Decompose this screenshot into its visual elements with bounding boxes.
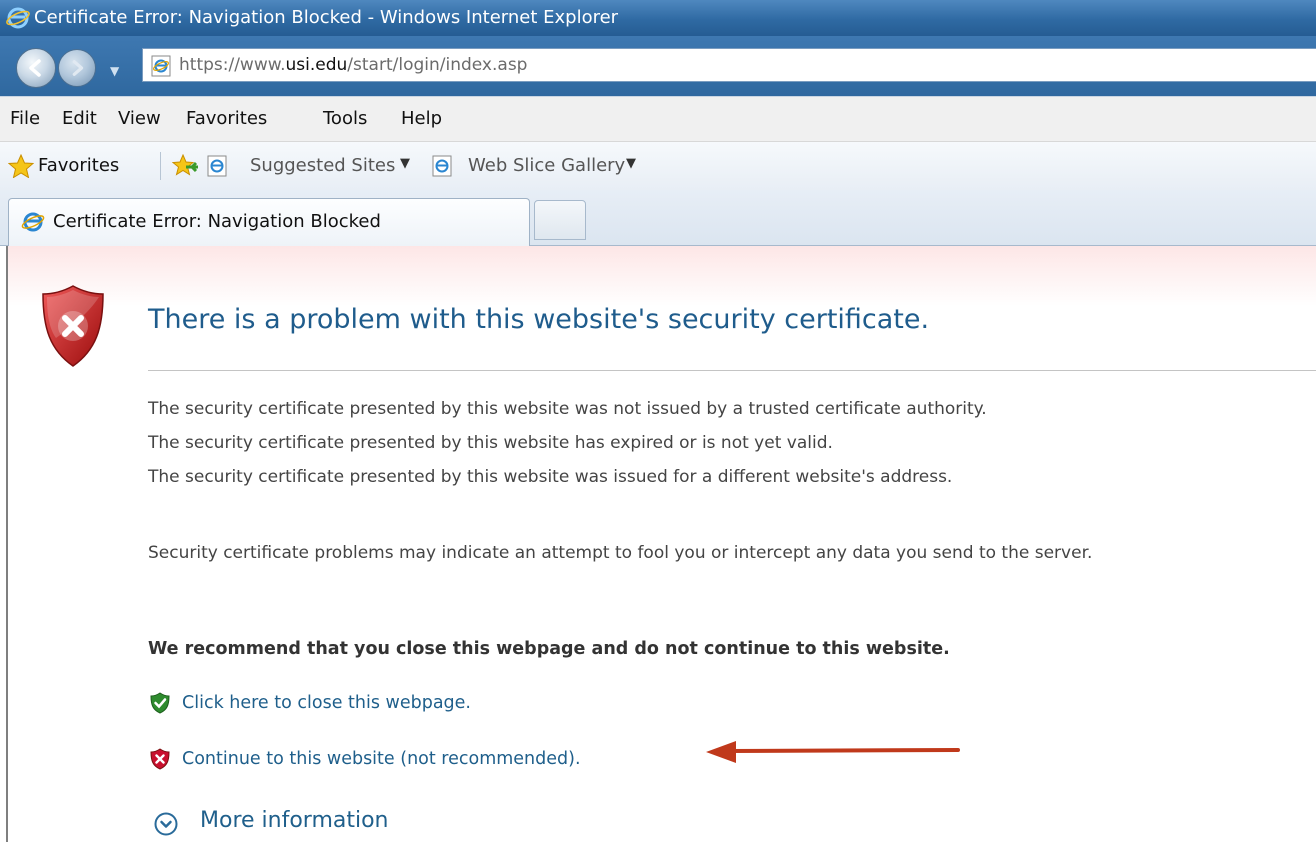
menu-view[interactable]: View <box>118 107 161 131</box>
continue-to-website-link[interactable]: Continue to this website (not recommende… <box>182 746 581 772</box>
tab-label: Certificate Error: Navigation Blocked <box>53 211 381 232</box>
tab-certificate-error[interactable]: Certificate Error: Navigation Blocked <box>8 198 530 246</box>
internet-explorer-icon <box>6 6 30 30</box>
shield-error-icon <box>40 284 106 372</box>
annotation-arrow-icon <box>700 738 962 770</box>
url-text[interactable]: https://www.usi.edu/start/login/index.as… <box>179 53 527 77</box>
toolbar-separator <box>160 152 161 180</box>
favorites-button[interactable]: Favorites <box>38 154 119 178</box>
url-domain: usi.edu <box>285 55 348 75</box>
web-slice-gallery-link[interactable]: Web Slice Gallery <box>468 154 625 178</box>
web-slice-ie-icon <box>432 155 452 181</box>
page-ie-icon <box>151 55 171 81</box>
back-arrow-icon <box>29 59 41 77</box>
menu-help[interactable]: Help <box>401 107 442 131</box>
certificate-error-page: There is a problem with this website's s… <box>6 246 1316 842</box>
favorites-bar: Favorites Suggested Sites ▼ Web Slice Ga… <box>0 142 1316 190</box>
window-title: Certificate Error: Navigation Blocked - … <box>34 7 619 28</box>
more-information-link[interactable]: More information <box>200 806 389 836</box>
menu-bar: File Edit View Favorites Tools Help <box>0 96 1316 142</box>
navigation-bar: ▼ https://www.usi.edu/start/login/index.… <box>0 36 1316 96</box>
recent-pages-dropdown-icon[interactable]: ▼ <box>110 64 119 78</box>
reason-address-mismatch: The security certificate presented by th… <box>148 467 953 487</box>
green-shield-check-icon <box>150 692 170 718</box>
error-heading: There is a problem with this website's s… <box>148 304 930 335</box>
forward-arrow-icon <box>72 60 84 76</box>
url-prefix: https://www. <box>179 55 286 75</box>
favorites-star-icon[interactable] <box>7 153 35 182</box>
window-title-bar[interactable]: Certificate Error: Navigation Blocked - … <box>0 0 1316 36</box>
tab-ie-icon <box>21 210 45 238</box>
menu-edit[interactable]: Edit <box>62 107 97 131</box>
tab-strip: Certificate Error: Navigation Blocked <box>0 190 1316 246</box>
recommendation-text: We recommend that you close this webpage… <box>148 639 950 659</box>
reason-expired: The security certificate presented by th… <box>148 433 833 453</box>
expand-chevron-icon[interactable] <box>154 812 178 840</box>
heading-divider <box>148 370 1316 371</box>
suggested-sites-dropdown-icon[interactable]: ▼ <box>400 156 410 171</box>
menu-favorites[interactable]: Favorites <box>186 107 267 131</box>
web-slice-dropdown-icon[interactable]: ▼ <box>626 156 636 171</box>
menu-tools[interactable]: Tools <box>323 107 367 131</box>
red-shield-x-icon <box>150 748 170 774</box>
reason-untrusted-authority: The security certificate presented by th… <box>148 399 987 419</box>
menu-file[interactable]: File <box>10 107 40 131</box>
suggested-sites-link[interactable]: Suggested Sites <box>250 154 395 178</box>
suggested-sites-ie-icon <box>207 155 227 181</box>
new-tab-button[interactable] <box>534 200 586 240</box>
url-path: /start/login/index.asp <box>347 55 528 75</box>
address-bar[interactable]: https://www.usi.edu/start/login/index.as… <box>142 48 1316 82</box>
back-button[interactable] <box>16 48 56 88</box>
add-to-favorites-bar-icon[interactable] <box>171 153 200 182</box>
security-warning-text: Security certificate problems may indica… <box>148 543 1093 563</box>
forward-button[interactable] <box>58 49 96 87</box>
close-webpage-link[interactable]: Click here to close this webpage. <box>182 690 471 716</box>
